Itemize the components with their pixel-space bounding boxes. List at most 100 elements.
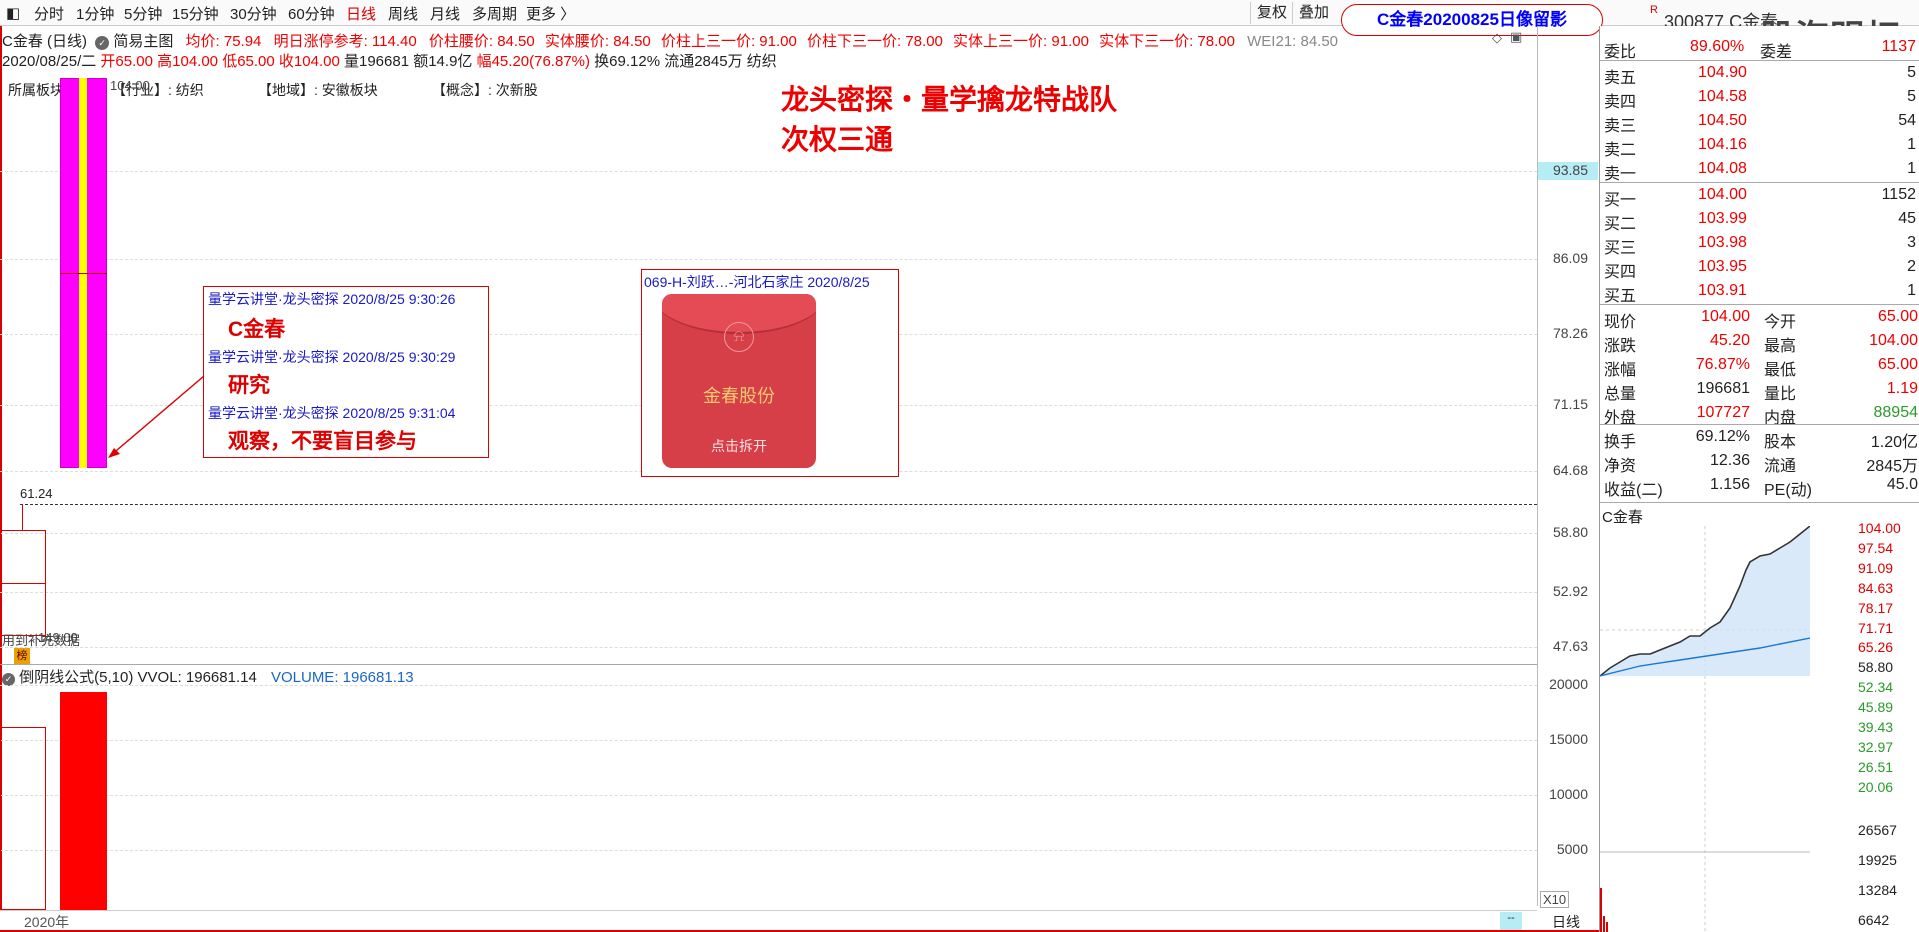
bang-badge-icon[interactable]: 榜: [14, 648, 30, 664]
note-big-1: C金春: [228, 318, 286, 341]
rp-divider: [1600, 424, 1919, 425]
bar-sector: 纺织: [746, 53, 777, 70]
tab-30min[interactable]: 30分钟: [230, 3, 277, 24]
mini-price-tick: 104.00: [1858, 520, 1901, 536]
order-level-label: 卖三: [1604, 118, 1637, 135]
region-tag: 【地域】: 安徽板块: [258, 82, 378, 98]
price-gridline: [0, 259, 1537, 260]
bar-open: 开65.00: [100, 53, 153, 70]
order-volume: 5: [1907, 88, 1916, 105]
concept-tag: 【概念】: 次新股: [432, 82, 538, 98]
quote-row: 涨幅 76.87% 最低 65.00: [1600, 354, 1919, 379]
mini-price-tick: 26.51: [1858, 758, 1894, 775]
date-info-line: 2020/08/25/二 开65.00 高104.00 低65.00 收104.…: [2, 50, 777, 71]
order-level-label: 卖五: [1604, 70, 1637, 87]
red-packet[interactable]: ⍾ 金春股份 点击拆开: [662, 294, 816, 468]
tab-daily[interactable]: 日线: [346, 3, 376, 24]
mini-volume-tick: 26567: [1858, 822, 1897, 838]
red-packet-action[interactable]: 点击拆开: [662, 436, 816, 456]
order-level-label: 买三: [1604, 240, 1637, 257]
volume-formula[interactable]: 倒阴线公式(5,10): [19, 669, 133, 686]
quote-label: PE(动): [1764, 482, 1813, 499]
volume-tick-label: 5000: [1556, 841, 1588, 857]
fund-row: 净资 12.36 流通 2845万: [1600, 450, 1919, 475]
panel-toggle-icon[interactable]: ◧: [6, 4, 20, 22]
tab-5min[interactable]: 5分钟: [124, 3, 162, 24]
period-indicator[interactable]: 日线: [1552, 912, 1580, 932]
quote-value: 1.20亿: [1870, 434, 1918, 451]
tab-60min[interactable]: 60分钟: [288, 3, 335, 24]
bar-volume: 量196681: [343, 53, 410, 70]
quote-value: 69.12%: [1695, 428, 1750, 445]
mini-price-tick: 65.26: [1858, 639, 1894, 656]
volume-tick-label: 20000: [1549, 676, 1588, 692]
waist-price: 价柱腰价: 84.50: [428, 33, 535, 50]
tab-monthly[interactable]: 月线: [430, 3, 460, 24]
mini-price-tick: 58.80: [1858, 659, 1894, 676]
quote-label: 现价: [1604, 314, 1637, 331]
order-price: 104.58: [1698, 88, 1747, 105]
chart-mode[interactable]: 简易主图: [113, 33, 173, 50]
scroll-handle[interactable]: --: [1500, 912, 1522, 930]
quote-row: 总量 196681 量比 1.19: [1600, 378, 1919, 403]
sell-row: 卖二 104.16 1: [1600, 134, 1919, 159]
note-big-2: 研究: [228, 374, 270, 397]
buy-row: 买二 103.99 45: [1600, 208, 1919, 233]
note-line-2: 量学云讲堂·龙头密探 2020/8/25 9:30:29: [208, 349, 456, 365]
volume-left-box: [0, 727, 46, 910]
quote-value: 107727: [1696, 404, 1750, 421]
price-tick-label: 52.92: [1552, 583, 1588, 599]
r-mark: R: [1650, 4, 1658, 16]
reference-level-line: [20, 504, 1537, 505]
order-level-label: 买二: [1604, 216, 1637, 233]
bar-amplitude: 幅45.20(76.87%): [476, 53, 590, 70]
tab-weekly[interactable]: 周线: [388, 3, 418, 24]
price-tick-label: 86.09: [1552, 250, 1588, 266]
order-price: 104.16: [1698, 136, 1747, 153]
volume-gridline: [0, 685, 1537, 686]
quote-label: 净资: [1604, 458, 1637, 475]
order-price: 104.90: [1698, 64, 1747, 81]
chart-mode-icon[interactable]: ✓: [95, 36, 110, 50]
fuquan-button[interactable]: 复权: [1250, 2, 1293, 24]
quote-value: 1.156: [1709, 476, 1750, 493]
window-icon[interactable]: ▣: [1510, 29, 1522, 45]
mini-intraday-chart[interactable]: [1600, 526, 1810, 932]
tab-fenshi[interactable]: 分时: [34, 3, 64, 24]
reference-level-label: 61.24: [20, 486, 53, 501]
quote-label: 流通: [1764, 458, 1797, 475]
red-packet-box: 069-H-刘跃…-河北石家庄 2020/8/25 ⍾ 金春股份 点击拆开: [641, 269, 899, 477]
mini-price-tick: 45.89: [1858, 699, 1894, 716]
volume-bar[interactable]: [60, 692, 107, 910]
tab-15min[interactable]: 15分钟: [172, 3, 219, 24]
overlay-button[interactable]: 叠加: [1292, 2, 1335, 24]
price-tick-label: 47.63: [1552, 638, 1588, 654]
volume-unit: X10: [1540, 891, 1570, 908]
tab-multi-period[interactable]: 多周期: [472, 3, 517, 24]
weibi-label: 委比: [1604, 44, 1637, 61]
mini-chart-title: C金春: [1602, 509, 1643, 526]
price-gridline: [0, 647, 1537, 648]
tab-more[interactable]: 更多 〉: [526, 3, 575, 24]
volume-gridline: [0, 740, 1537, 741]
rp-divider: [1600, 60, 1919, 61]
headline-line2: 次权三通: [781, 124, 894, 155]
order-level-label: 卖一: [1604, 166, 1637, 183]
chart-header: C金春 (日线) ✓ 简易主图 均价: 75.94 明日涨停参考: 114.40…: [2, 30, 1338, 51]
price-tick-label: 78.26: [1552, 325, 1588, 341]
price-tick-label: 93.85: [1552, 162, 1588, 178]
mini-price-tick: 32.97: [1858, 738, 1894, 755]
quote-value: 104.00: [1701, 308, 1750, 325]
order-price: 104.00: [1698, 186, 1747, 203]
price-gridline: [0, 171, 1537, 172]
quote-value: 45.0: [1886, 476, 1918, 493]
vvol-value: VVOL: 196681.14: [137, 669, 257, 686]
order-price: 103.98: [1698, 234, 1747, 251]
note-big-3: 观察，不要盲目参与: [228, 430, 417, 453]
tab-1min[interactable]: 1分钟: [76, 3, 114, 24]
order-level-label: 买五: [1604, 288, 1637, 305]
order-price: 104.50: [1698, 112, 1747, 129]
diamond-icon[interactable]: ◇: [1492, 30, 1502, 46]
body-waist-price: 实体腰价: 84.50: [544, 33, 651, 50]
quote-label: 股本: [1764, 434, 1797, 451]
